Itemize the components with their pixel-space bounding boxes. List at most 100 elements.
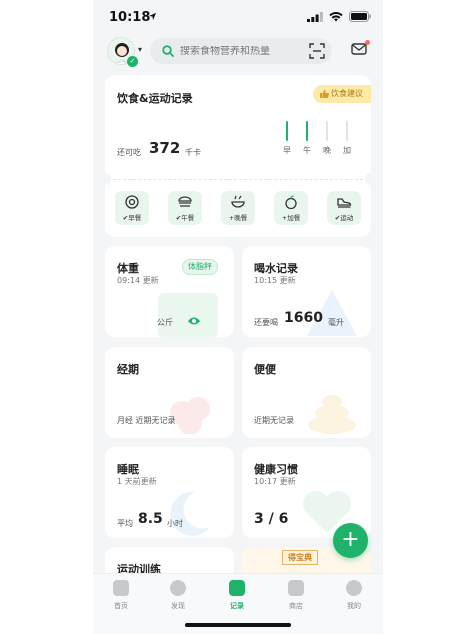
poop-illustration-icon <box>308 395 356 434</box>
weight-card[interactable]: 体重 09:14 更新 体脂秤 公斤 <box>105 246 234 337</box>
dinner-button[interactable]: +晚餐 <box>221 191 255 225</box>
burger-icon <box>178 196 192 207</box>
sleep-updated: 1 天前更新 <box>117 477 157 486</box>
home-indicator <box>185 623 291 627</box>
meal-label: 加 <box>343 146 351 155</box>
plus-icon: + <box>341 527 360 552</box>
meal-bar-breakfast <box>286 121 288 141</box>
exercise-label: 运动 <box>340 214 354 222</box>
meal-progress: 早 午 晚 加 <box>281 121 355 157</box>
tab-home-label: 首页 <box>114 602 128 610</box>
home-icon <box>113 580 129 596</box>
meal-label: 晚 <box>323 146 331 155</box>
tab-me[interactable]: 我的 <box>334 580 374 611</box>
tab-record[interactable]: 记录 <box>217 580 257 611</box>
cellular-signal-icon <box>307 11 323 22</box>
search-icon <box>162 45 174 57</box>
sleep-title: 睡眠 <box>117 463 139 476</box>
diet-advice-button[interactable]: 饮食建议 <box>313 85 371 103</box>
meal-label: 早 <box>283 146 291 155</box>
vip-badge-icon: ✓ <box>127 56 138 67</box>
flower-illustration-icon <box>170 397 210 434</box>
habits-progress: 3 / 6 <box>254 511 289 527</box>
habits-title: 健康习惯 <box>254 463 298 476</box>
notification-dot <box>365 40 370 45</box>
egg-icon <box>125 195 139 209</box>
discover-icon <box>170 580 186 596</box>
sleep-card[interactable]: 睡眠 1 天前更新 平均 8.5 小时 <box>105 447 234 538</box>
tab-me-label: 我的 <box>347 602 361 610</box>
status-icons <box>307 11 371 22</box>
dinner-label: 晚餐 <box>234 214 248 222</box>
app-screen: 10:18 ✓ ▾ 饮食&运动记录 饮食建议 <box>93 0 383 634</box>
snack-label: 加餐 <box>287 214 301 222</box>
diet-exercise-card[interactable]: 饮食&运动记录 饮食建议 还可吃 372 千卡 早 午 晚 加 ✔早餐 ✔午餐 … <box>105 75 371 237</box>
period-note: 月经 近期无记录 <box>117 416 176 425</box>
meal-bar-dinner <box>326 121 328 141</box>
water-remaining: 1660 <box>284 310 323 326</box>
store-icon <box>288 580 304 596</box>
diet-card-title: 饮食&运动记录 <box>117 92 193 105</box>
water-unit: 毫升 <box>328 318 344 327</box>
remaining-label: 还可吃 <box>117 148 141 157</box>
apple-icon <box>285 195 297 210</box>
bowl-icon <box>231 195 245 208</box>
record-actions: ✔早餐 ✔午餐 +晚餐 +加餐 ✔运动 <box>115 191 361 225</box>
poop-title: 便便 <box>254 363 276 376</box>
shoe-icon <box>337 198 352 208</box>
status-bar: 10:18 <box>93 0 383 34</box>
habits-updated: 10:17 更新 <box>254 477 296 486</box>
remaining-unit: 千卡 <box>185 148 201 157</box>
sleep-average: 8.5 <box>138 511 163 527</box>
search-bar[interactable] <box>150 38 332 64</box>
app-header: ✓ ▾ <box>93 34 383 70</box>
poop-note: 近期无记录 <box>254 416 294 425</box>
snack-button[interactable]: +加餐 <box>274 191 308 225</box>
sleep-unit: 小时 <box>167 519 183 528</box>
breakfast-label: 早餐 <box>128 214 142 222</box>
profile-icon <box>346 580 362 596</box>
scale-illustration-icon <box>158 293 218 337</box>
body-fat-scale-button[interactable]: 体脂秤 <box>182 259 218 275</box>
water-title: 喝水记录 <box>254 262 298 275</box>
scan-icon[interactable] <box>309 43 325 59</box>
sleep-prefix: 平均 <box>117 519 133 528</box>
breakfast-button[interactable]: ✔早餐 <box>115 191 149 225</box>
meal-bar-snack <box>346 121 348 141</box>
search-input[interactable] <box>180 45 300 57</box>
weight-title: 体重 <box>117 262 139 275</box>
meal-label: 午 <box>303 146 311 155</box>
water-prefix: 还要喝 <box>254 318 278 327</box>
meal-bar-lunch <box>306 121 308 141</box>
tab-store-label: 商店 <box>289 602 303 610</box>
period-title: 经期 <box>117 363 139 376</box>
weight-updated: 09:14 更新 <box>117 276 159 285</box>
period-card[interactable]: 经期 月经 近期无记录 <box>105 347 234 438</box>
exercise-button[interactable]: ✔运动 <box>327 191 361 225</box>
thumbs-up-icon <box>320 90 329 98</box>
eye-icon[interactable] <box>187 316 201 326</box>
status-time: 10:18 <box>109 10 151 25</box>
treasure-badge: 得宝典 <box>282 550 318 565</box>
wifi-icon <box>329 11 343 21</box>
poop-card[interactable]: 便便 近期无记录 <box>242 347 371 438</box>
location-arrow-icon <box>148 12 157 21</box>
weight-unit: 公斤 <box>157 318 173 327</box>
card-notch <box>105 173 111 185</box>
chevron-down-icon[interactable]: ▾ <box>138 45 142 54</box>
tab-discover[interactable]: 发现 <box>158 580 198 611</box>
tab-record-label: 记录 <box>230 602 244 610</box>
tab-store[interactable]: 商店 <box>276 580 316 611</box>
card-notch <box>365 173 371 185</box>
add-record-button[interactable]: + <box>333 523 368 558</box>
tab-home[interactable]: 首页 <box>101 580 141 611</box>
lunch-label: 午餐 <box>181 214 195 222</box>
divider <box>113 179 363 180</box>
tab-discover-label: 发现 <box>171 602 185 610</box>
lunch-button[interactable]: ✔午餐 <box>168 191 202 225</box>
remaining-calories: 372 <box>149 139 181 157</box>
water-card[interactable]: 喝水记录 10:15 更新 还要喝 1660 毫升 <box>242 246 371 337</box>
record-icon <box>229 580 245 596</box>
battery-icon <box>349 11 371 22</box>
diet-advice-label: 饮食建议 <box>331 89 363 98</box>
